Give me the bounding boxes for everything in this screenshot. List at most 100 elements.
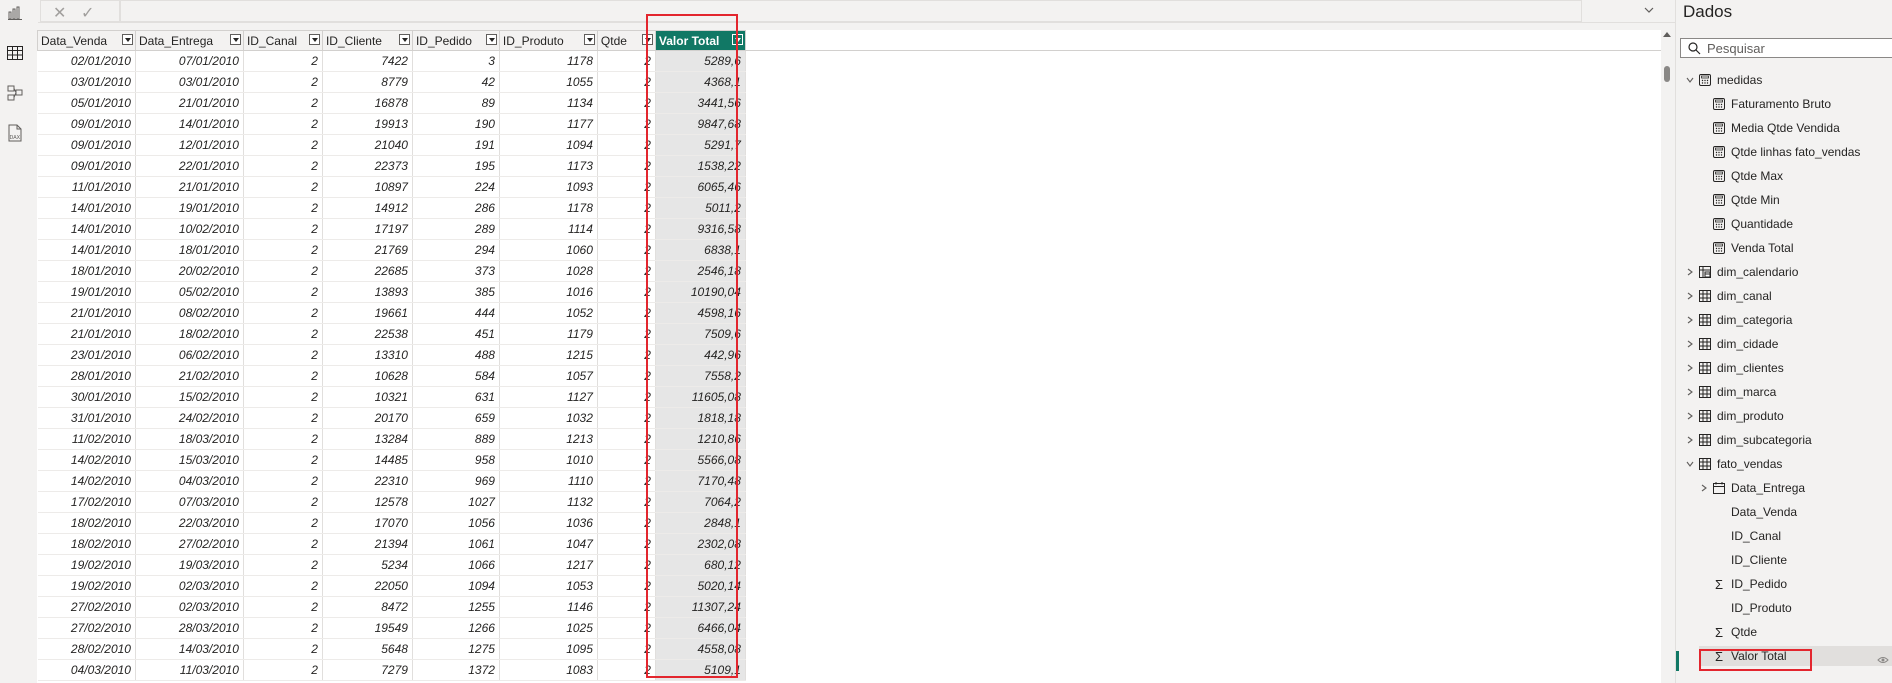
table-cell[interactable]: 24/02/2010 <box>135 407 244 429</box>
tree-item[interactable]: Qtde linhas fato_vendas <box>1713 142 1860 162</box>
table-cell[interactable]: 21/01/2010 <box>37 302 136 324</box>
table-cell[interactable]: 17/02/2010 <box>37 491 136 513</box>
table-cell[interactable]: 02/01/2010 <box>37 50 136 72</box>
table-cell[interactable]: 21/01/2010 <box>135 92 244 114</box>
filter-dropdown-icon[interactable] <box>583 34 595 45</box>
table-cell[interactable]: 30/01/2010 <box>37 386 136 408</box>
table-cell[interactable]: 1110 <box>499 470 598 492</box>
table-cell[interactable]: 1255 <box>412 596 500 618</box>
table-cell[interactable]: 04/03/2010 <box>135 470 244 492</box>
table-cell[interactable]: 3 <box>412 50 500 72</box>
table-view-icon[interactable] <box>5 43 25 63</box>
table-cell[interactable]: 1095 <box>499 638 598 660</box>
scroll-thumb[interactable] <box>1664 66 1670 82</box>
table-cell[interactable]: 19/02/2010 <box>37 554 136 576</box>
table-cell[interactable]: 2 <box>243 50 323 72</box>
column-header[interactable]: Qtde <box>596 30 656 51</box>
table-cell[interactable]: 14485 <box>322 449 413 471</box>
table-cell[interactable]: 21769 <box>322 239 413 261</box>
table-cell[interactable]: 5566,08 <box>655 449 746 471</box>
table-cell[interactable]: 10/02/2010 <box>135 218 244 240</box>
filter-dropdown-icon[interactable] <box>485 34 497 45</box>
table-cell[interactable]: 1179 <box>499 323 598 345</box>
table-cell[interactable]: 19/03/2010 <box>135 554 244 576</box>
table-cell[interactable]: 2 <box>243 470 323 492</box>
search-input[interactable] <box>1707 40 1887 56</box>
table-cell[interactable]: 584 <box>412 365 500 387</box>
tree-item[interactable]: Σ Qtde <box>1713 622 1757 642</box>
table-cell[interactable]: 2 <box>597 344 656 366</box>
table-cell[interactable]: 2 <box>243 491 323 513</box>
table-cell[interactable]: 2 <box>243 155 323 177</box>
filter-dropdown-icon[interactable] <box>641 34 653 45</box>
table-cell[interactable]: 4558,08 <box>655 638 746 660</box>
column-header[interactable]: Valor Total <box>654 30 746 51</box>
table-cell[interactable]: 195 <box>412 155 500 177</box>
table-cell[interactable]: 28/01/2010 <box>37 365 136 387</box>
table-cell[interactable]: 1177 <box>499 113 598 135</box>
table-cell[interactable]: 2848,1 <box>655 512 746 534</box>
table-cell[interactable]: 2302,08 <box>655 533 746 555</box>
table-cell[interactable]: 2 <box>597 155 656 177</box>
table-cell[interactable]: 2 <box>597 113 656 135</box>
table-cell[interactable]: 2 <box>243 659 323 681</box>
table-cell[interactable]: 969 <box>412 470 500 492</box>
table-cell[interactable]: 5648 <box>322 638 413 660</box>
table-cell[interactable]: 1266 <box>412 617 500 639</box>
tree-item[interactable]: dim_produto <box>1685 406 1784 426</box>
table-cell[interactable]: 224 <box>412 176 500 198</box>
commit-icon[interactable]: ✓ <box>81 3 94 23</box>
table-cell[interactable]: 373 <box>412 260 500 282</box>
table-cell[interactable]: 11/01/2010 <box>37 176 136 198</box>
table-cell[interactable]: 1275 <box>412 638 500 660</box>
table-cell[interactable]: 2 <box>243 449 323 471</box>
table-cell[interactable]: 2 <box>597 260 656 282</box>
table-cell[interactable]: 2 <box>597 428 656 450</box>
table-cell[interactable]: 22/03/2010 <box>135 512 244 534</box>
table-cell[interactable]: 1057 <box>499 365 598 387</box>
table-cell[interactable]: 10897 <box>322 176 413 198</box>
table-cell[interactable]: 23/01/2010 <box>37 344 136 366</box>
chevron-down-icon[interactable] <box>1643 4 1655 16</box>
table-cell[interactable]: 06/02/2010 <box>135 344 244 366</box>
table-cell[interactable]: 1114 <box>499 218 598 240</box>
table-cell[interactable]: 5289,6 <box>655 50 746 72</box>
table-cell[interactable]: 28/03/2010 <box>135 617 244 639</box>
table-cell[interactable]: 2 <box>243 407 323 429</box>
table-cell[interactable]: 21/01/2010 <box>37 323 136 345</box>
table-cell[interactable]: 14/01/2010 <box>135 113 244 135</box>
table-cell[interactable]: 14912 <box>322 197 413 219</box>
table-cell[interactable]: 2 <box>597 239 656 261</box>
eye-icon[interactable] <box>1877 655 1889 665</box>
table-cell[interactable]: 27/02/2010 <box>37 617 136 639</box>
table-cell[interactable]: 191 <box>412 134 500 156</box>
dax-query-view-icon[interactable]: DAX <box>5 123 25 143</box>
chevron-right-icon[interactable] <box>1685 339 1695 349</box>
table-cell[interactable]: 190 <box>412 113 500 135</box>
model-view-icon[interactable] <box>5 83 25 103</box>
table-cell[interactable]: 2 <box>243 260 323 282</box>
table-cell[interactable]: 2 <box>597 554 656 576</box>
table-cell[interactable]: 289 <box>412 218 500 240</box>
table-cell[interactable]: 1036 <box>499 512 598 534</box>
table-cell[interactable]: 18/01/2010 <box>37 260 136 282</box>
filter-dropdown-icon[interactable] <box>308 34 320 45</box>
table-cell[interactable]: 1178 <box>499 50 598 72</box>
table-cell[interactable]: 286 <box>412 197 500 219</box>
table-cell[interactable]: 07/01/2010 <box>135 50 244 72</box>
tree-item[interactable]: fato_vendas <box>1685 454 1782 474</box>
table-cell[interactable]: 2 <box>243 302 323 324</box>
table-cell[interactable]: 6466,04 <box>655 617 746 639</box>
table-cell[interactable]: 2 <box>597 617 656 639</box>
chevron-right-icon[interactable] <box>1685 387 1695 397</box>
tree-item[interactable]: dim_subcategoria <box>1685 430 1812 450</box>
table-cell[interactable]: 22050 <box>322 575 413 597</box>
table-cell[interactable]: 18/02/2010 <box>37 533 136 555</box>
table-cell[interactable]: 2 <box>243 197 323 219</box>
filter-dropdown-icon[interactable] <box>398 34 410 45</box>
table-cell[interactable]: 31/01/2010 <box>37 407 136 429</box>
table-cell[interactable]: 02/03/2010 <box>135 575 244 597</box>
table-cell[interactable]: 7558,2 <box>655 365 746 387</box>
table-cell[interactable]: 20/02/2010 <box>135 260 244 282</box>
table-cell[interactable]: 2 <box>243 638 323 660</box>
